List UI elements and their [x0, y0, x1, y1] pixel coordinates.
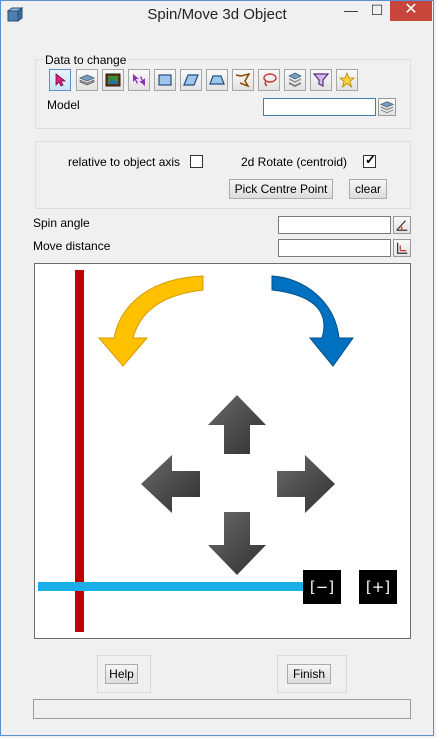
- move-left-arrow-icon[interactable]: [141, 455, 200, 513]
- rotate-centroid-label: 2d Rotate (centroid): [241, 155, 348, 169]
- rotate-right-arrow-icon[interactable]: [271, 275, 354, 367]
- move-distance-input[interactable]: [278, 239, 391, 257]
- model-label: Model: [47, 98, 80, 112]
- data-to-change-legend: Data to change: [43, 53, 129, 67]
- star-button[interactable]: [336, 69, 358, 91]
- rectangle-button[interactable]: [154, 69, 176, 91]
- spin-angle-input[interactable]: [278, 216, 391, 234]
- close-button[interactable]: ✕: [390, 1, 432, 21]
- finish-button[interactable]: Finish: [287, 664, 331, 684]
- lasso-button[interactable]: [258, 69, 280, 91]
- minimize-button[interactable]: —: [338, 1, 364, 21]
- layers-icon: [79, 74, 95, 86]
- title-bar[interactable]: Spin/Move 3d Object — ☐ ✕: [1, 1, 433, 29]
- picture-button[interactable]: [102, 69, 124, 91]
- rotate-left-arrow-icon[interactable]: [97, 275, 204, 367]
- canvas-graphics: [38, 270, 354, 632]
- angle-icon: [396, 220, 408, 231]
- move-distance-pick-button[interactable]: [393, 239, 411, 257]
- spin-move-window: Spin/Move 3d Object — ☐ ✕ Data to change: [0, 0, 434, 736]
- picture-frame-icon: [105, 73, 121, 87]
- rotate-centroid-checkbox[interactable]: ✓: [363, 152, 376, 168]
- spin-angle-pick-button[interactable]: [393, 216, 411, 234]
- pick-centre-point-button[interactable]: Pick Centre Point: [229, 179, 333, 199]
- polyline-button[interactable]: [232, 69, 254, 91]
- arrows-pick-button[interactable]: [128, 69, 150, 91]
- move-up-arrow-icon[interactable]: [208, 395, 266, 454]
- relative-axis-checkbox[interactable]: [190, 155, 203, 168]
- arrows-pick-icon: [133, 74, 145, 86]
- move-distance-label: Move distance: [33, 239, 111, 253]
- distance-icon: [397, 242, 408, 254]
- help-button[interactable]: Help: [105, 664, 138, 684]
- stack-icon: [288, 72, 302, 87]
- zoom-in-button[interactable]: [+]: [359, 570, 397, 604]
- pick-cursor-button[interactable]: [49, 69, 71, 91]
- parallelogram-icon: [183, 74, 199, 86]
- polygon-button[interactable]: [206, 69, 228, 91]
- filter-icon: [313, 73, 329, 87]
- red-axis-line: [75, 270, 84, 632]
- stack-button[interactable]: [284, 69, 306, 91]
- spin-angle-label: Spin angle: [33, 216, 90, 230]
- spin-move-canvas[interactable]: [−] [+]: [34, 263, 411, 639]
- move-right-arrow-icon[interactable]: [277, 455, 335, 513]
- checkmark-icon: ✓: [365, 152, 376, 167]
- pick-cursor-icon: [55, 73, 67, 87]
- maximize-button[interactable]: ☐: [364, 1, 390, 21]
- status-bar: [33, 699, 411, 719]
- move-down-arrow-icon[interactable]: [208, 512, 266, 575]
- layers-icon: [380, 101, 394, 114]
- lasso-icon: [263, 73, 277, 87]
- relative-axis-label: relative to object axis: [68, 155, 181, 169]
- model-pick-button[interactable]: [378, 98, 396, 116]
- clear-button[interactable]: clear: [349, 179, 387, 199]
- rectangle-icon: [158, 74, 172, 86]
- blue-axis-line: [38, 582, 303, 591]
- parallelogram-button[interactable]: [180, 69, 202, 91]
- star-icon: [339, 72, 355, 88]
- layers-button[interactable]: [76, 69, 98, 91]
- polygon-icon: [209, 75, 225, 85]
- polyline-icon: [235, 72, 251, 88]
- filter-button[interactable]: [310, 69, 332, 91]
- model-input[interactable]: [263, 98, 376, 116]
- zoom-out-button[interactable]: [−]: [303, 570, 341, 604]
